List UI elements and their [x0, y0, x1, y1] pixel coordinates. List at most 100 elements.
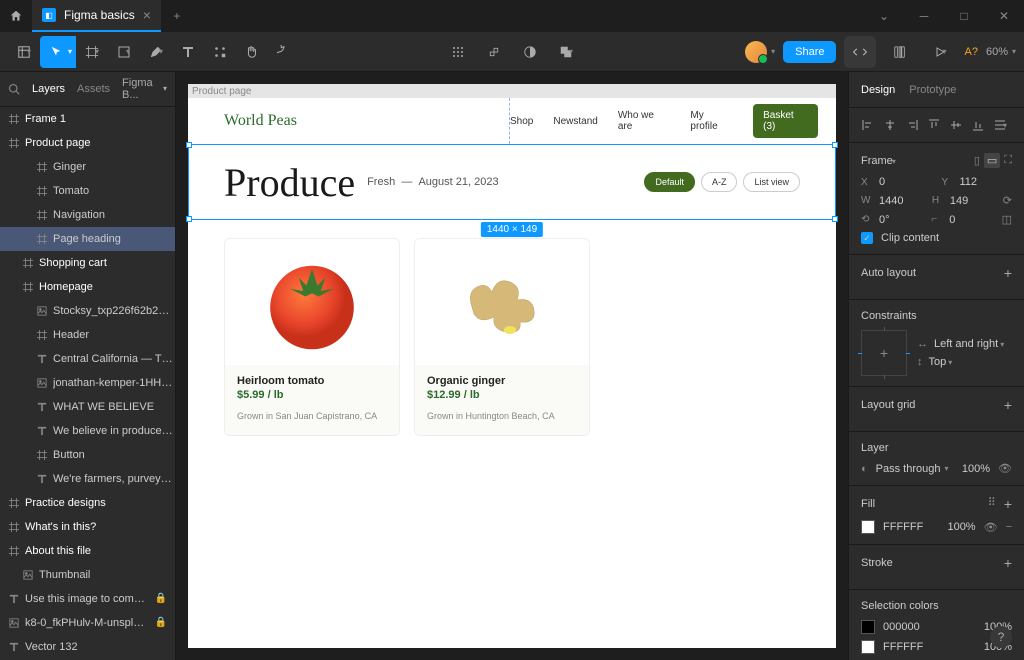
layer-row[interactable]: What's in this?	[0, 515, 175, 539]
h-constraint[interactable]: Left and right	[934, 338, 998, 350]
nav-link[interactable]: Newstand	[553, 116, 597, 127]
color-swatch[interactable]	[861, 640, 875, 654]
fill-hex[interactable]: FFFFFF	[883, 521, 923, 533]
library-icon[interactable]	[884, 36, 916, 68]
product-card[interactable]: Heirloom tomato $5.99 / lb Grown in San …	[224, 238, 400, 436]
lock-icon[interactable]: 🔒	[155, 617, 167, 628]
color-swatch[interactable]	[861, 620, 875, 634]
maximize-button[interactable]: □	[944, 0, 984, 32]
nav-link[interactable]: Who we are	[618, 110, 671, 132]
move-tool-menu[interactable]: ▾	[68, 36, 76, 68]
layer-row[interactable]: k8-0_fkPHulv-M-unsplash 1🔒	[0, 611, 175, 635]
component-icon[interactable]	[478, 36, 510, 68]
share-button[interactable]: Share	[783, 41, 836, 63]
align-h-center-icon[interactable]	[881, 116, 899, 134]
layer-row[interactable]: WHAT WE BELIEVE	[0, 395, 175, 419]
close-button[interactable]: ✕	[984, 0, 1024, 32]
text-tool[interactable]	[172, 36, 204, 68]
layer-row[interactable]: Stocksy_txp226f62b2aNe300...	[0, 299, 175, 323]
basket-button[interactable]: Basket (3)	[753, 104, 818, 138]
present-button[interactable]: ▾	[924, 36, 956, 68]
layer-row[interactable]: Homepage	[0, 275, 175, 299]
layer-row[interactable]: Frame 1	[0, 107, 175, 131]
file-tab[interactable]: ◧ Figma basics ×	[32, 0, 161, 32]
layers-tab[interactable]: Layers	[32, 83, 65, 95]
help-button[interactable]: ?	[990, 626, 1012, 648]
color-hex[interactable]: FFFFFF	[883, 641, 923, 653]
layer-row[interactable]: We're farmers, purveyors, and...	[0, 467, 175, 491]
hand-tool[interactable]	[236, 36, 268, 68]
home-icon[interactable]	[0, 0, 32, 32]
v-constraint[interactable]: Top	[929, 356, 947, 368]
radius-input[interactable]: 0	[949, 214, 955, 226]
shape-tool[interactable]: ▾	[108, 36, 140, 68]
comment-tool[interactable]	[268, 36, 300, 68]
product-card[interactable]: Organic ginger $12.99 / lb Grown in Hunt…	[414, 238, 590, 436]
pen-tool[interactable]: ▾	[140, 36, 172, 68]
h-input[interactable]: 149	[950, 195, 968, 207]
align-bottom-icon[interactable]	[969, 116, 987, 134]
portrait-icon[interactable]: ▯	[974, 154, 980, 167]
frame-section-title[interactable]: Frame ▾	[861, 155, 896, 167]
align-top-icon[interactable]	[925, 116, 943, 134]
landscape-icon[interactable]: ▭	[984, 153, 1000, 168]
product-page-frame[interactable]: World Peas Shop Newstand Who we are My p…	[188, 98, 836, 648]
fill-opacity[interactable]: 100%	[947, 521, 975, 533]
resources-button[interactable]	[204, 36, 236, 68]
x-input[interactable]: 0	[879, 176, 885, 188]
search-icon[interactable]	[8, 83, 20, 95]
main-menu-button[interactable]: ▾	[8, 36, 40, 68]
clip-content-checkbox[interactable]: ✓	[861, 232, 873, 244]
blend-mode[interactable]: Pass through	[876, 463, 941, 475]
add-tab-button[interactable]: +	[161, 9, 193, 23]
nav-link[interactable]: My profile	[690, 110, 733, 132]
add-stroke[interactable]: +	[1004, 555, 1012, 571]
layer-row[interactable]: Central California — The pers...	[0, 347, 175, 371]
visibility-icon[interactable]: 👁	[984, 521, 998, 534]
layer-row[interactable]: We believe in produce. Tasty ...	[0, 419, 175, 443]
grid-icon[interactable]	[442, 36, 474, 68]
avatar[interactable]	[745, 41, 767, 63]
dev-mode-toggle[interactable]	[844, 36, 876, 68]
color-hex[interactable]: 000000	[883, 621, 920, 633]
frame-label[interactable]: Product page	[192, 86, 252, 97]
visibility-icon[interactable]: 👁	[998, 462, 1012, 475]
independent-corners-icon[interactable]: ◫	[1002, 213, 1012, 226]
add-fill[interactable]: +	[1004, 496, 1012, 512]
layer-row[interactable]: About this file	[0, 539, 175, 563]
lock-icon[interactable]: 🔒	[155, 593, 167, 604]
layer-row[interactable]: Ginger	[0, 155, 175, 179]
frame-tool[interactable]: ▾	[76, 36, 108, 68]
resize-fit-icon[interactable]: ⛶	[1004, 154, 1012, 167]
align-left-icon[interactable]	[859, 116, 877, 134]
remove-icon[interactable]: −	[1006, 521, 1012, 533]
layer-row[interactable]: Button	[0, 443, 175, 467]
page-selector[interactable]: Figma B... ▾	[122, 77, 167, 101]
layer-row[interactable]: Tomato	[0, 179, 175, 203]
design-tab[interactable]: Design	[861, 84, 895, 96]
distribute-icon[interactable]: ▾	[991, 116, 1009, 134]
layer-row[interactable]: Product page	[0, 131, 175, 155]
layer-row[interactable]: Shopping cart	[0, 251, 175, 275]
fill-swatch[interactable]	[861, 520, 875, 534]
align-v-center-icon[interactable]	[947, 116, 965, 134]
constraints-widget[interactable]: +	[861, 330, 907, 376]
mask-icon[interactable]	[514, 36, 546, 68]
chevron-down-icon[interactable]: ⌄	[864, 0, 904, 32]
nav-link[interactable]: Shop	[510, 116, 533, 127]
layer-row[interactable]: jonathan-kemper-1HHrdIoLFp...	[0, 371, 175, 395]
w-input[interactable]: 1440	[879, 195, 903, 207]
layer-row[interactable]: Practice designs	[0, 491, 175, 515]
layer-row[interactable]: Page heading	[0, 227, 175, 251]
add-layout-grid[interactable]: +	[1004, 397, 1012, 413]
close-icon[interactable]: ×	[143, 7, 151, 23]
chevron-down-icon[interactable]: ▾	[1012, 47, 1016, 56]
styles-icon[interactable]: ⠿	[988, 496, 996, 512]
rotation-input[interactable]: 0°	[879, 214, 890, 226]
layer-row[interactable]: Use this image to comple...🔒	[0, 587, 175, 611]
align-right-icon[interactable]	[903, 116, 921, 134]
chevron-down-icon[interactable]: ▾	[771, 47, 775, 56]
boolean-icon[interactable]: ▾	[550, 36, 582, 68]
minimize-button[interactable]: ─	[904, 0, 944, 32]
canvas[interactable]: Product page World Peas Shop Newstand Wh…	[176, 72, 848, 660]
